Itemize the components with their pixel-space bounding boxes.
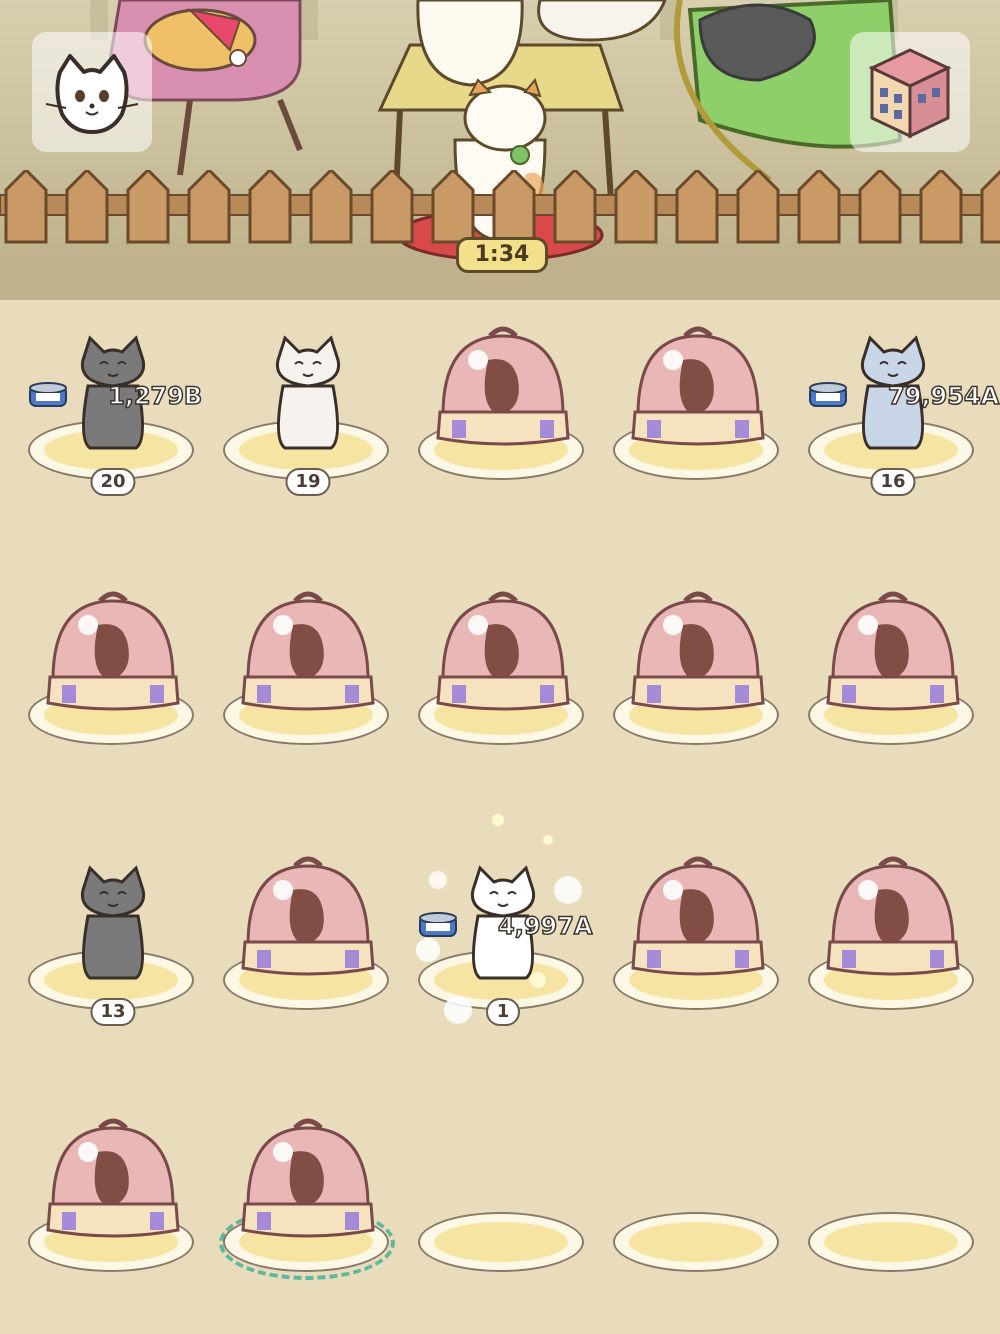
carrier-dome-icon bbox=[436, 326, 570, 446]
cat-character-icon bbox=[80, 865, 146, 980]
plate bbox=[418, 1212, 584, 1272]
cat-collection-button[interactable] bbox=[32, 32, 152, 152]
carrier-slot[interactable] bbox=[808, 575, 978, 775]
carrier-dome-icon bbox=[241, 856, 375, 976]
empty-slot[interactable] bbox=[808, 1102, 978, 1302]
carrier-dome-icon bbox=[46, 1118, 180, 1238]
plate bbox=[808, 1212, 974, 1272]
carrier-dome-icon bbox=[436, 591, 570, 711]
carrier-slot[interactable] bbox=[613, 575, 783, 775]
fence-picket bbox=[736, 170, 780, 244]
earning-label: 79,954A bbox=[887, 381, 1000, 411]
cat-grid: 1,279B 20 19 79,954A 16 13 4,997A 1 bbox=[0, 250, 1000, 1334]
fence-picket bbox=[553, 170, 597, 244]
fence-picket bbox=[858, 170, 902, 244]
level-badge: 1 bbox=[486, 998, 520, 1026]
fence-picket bbox=[797, 170, 841, 244]
carrier-dome-icon bbox=[631, 326, 765, 446]
cat-slot[interactable]: 4,997A 1 bbox=[416, 814, 593, 1040]
earning-label: 1,279B bbox=[107, 381, 203, 411]
fence-picket bbox=[65, 170, 109, 244]
cat-face-icon bbox=[45, 54, 139, 134]
level-badge: 20 bbox=[90, 468, 136, 496]
earning-label: 4,997A bbox=[497, 911, 593, 941]
level-badge: 13 bbox=[90, 998, 136, 1026]
building-button[interactable] bbox=[850, 32, 970, 152]
tuna-can-icon bbox=[29, 382, 67, 407]
cat-slot[interactable]: 79,954A 16 bbox=[808, 310, 1000, 510]
carrier-slot[interactable] bbox=[223, 575, 393, 775]
cat-slot[interactable]: 1,279B 20 bbox=[28, 310, 203, 510]
fence-picket bbox=[370, 170, 414, 244]
carrier-dome-icon bbox=[826, 856, 960, 976]
empty-slot[interactable] bbox=[613, 1102, 783, 1302]
fence-picket bbox=[919, 170, 963, 244]
level-badge: 19 bbox=[285, 468, 331, 496]
fence-picket bbox=[492, 170, 536, 244]
carrier-slot[interactable] bbox=[28, 575, 198, 775]
cat-character-icon bbox=[275, 335, 341, 450]
carrier-dome-icon bbox=[826, 591, 960, 711]
fence-picket bbox=[431, 170, 475, 244]
carrier-slot[interactable] bbox=[219, 1102, 395, 1302]
fence-picket bbox=[248, 170, 292, 244]
carrier-dome-icon bbox=[241, 591, 375, 711]
fence-picket bbox=[980, 170, 1000, 244]
plate bbox=[613, 1212, 779, 1272]
carrier-slot[interactable] bbox=[613, 310, 783, 510]
fence-picket bbox=[4, 170, 48, 244]
empty-slot[interactable] bbox=[418, 1102, 588, 1302]
carrier-slot[interactable] bbox=[613, 840, 783, 1040]
carrier-slot[interactable] bbox=[808, 840, 978, 1040]
fence-picket bbox=[309, 170, 353, 244]
carrier-slot[interactable] bbox=[223, 840, 393, 1040]
fence-picket bbox=[187, 170, 231, 244]
fence-picket bbox=[675, 170, 719, 244]
tuna-can-icon bbox=[419, 912, 457, 937]
cat-slot[interactable]: 13 bbox=[28, 840, 198, 1040]
carrier-dome-icon bbox=[46, 591, 180, 711]
carrier-dome-icon bbox=[631, 856, 765, 976]
carrier-dome-icon bbox=[241, 1118, 375, 1238]
carrier-slot[interactable] bbox=[28, 1102, 198, 1302]
fence-picket bbox=[614, 170, 658, 244]
carrier-dome-icon bbox=[631, 591, 765, 711]
apartment-building-icon bbox=[868, 48, 952, 139]
carrier-slot[interactable] bbox=[418, 575, 588, 775]
cat-slot[interactable]: 19 bbox=[223, 310, 393, 510]
carrier-slot[interactable] bbox=[418, 310, 588, 510]
level-badge: 16 bbox=[870, 468, 916, 496]
fence-picket bbox=[126, 170, 170, 244]
tuna-can-icon bbox=[809, 382, 847, 407]
